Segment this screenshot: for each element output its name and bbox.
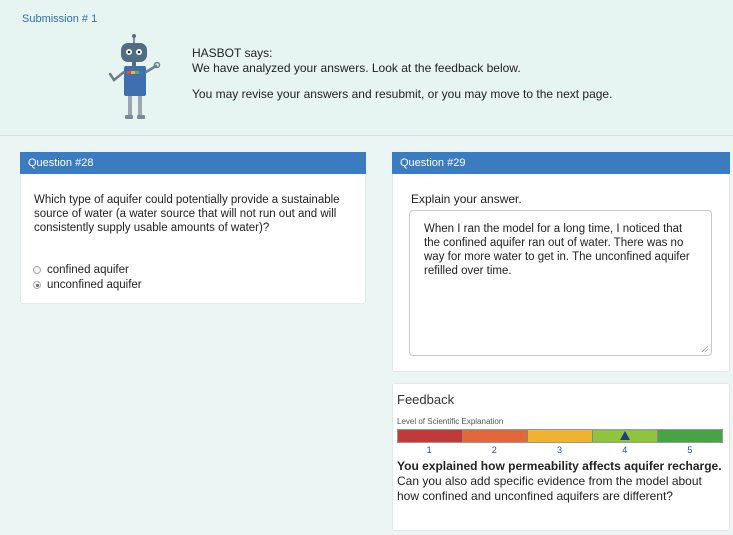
level-number-5: 5 — [687, 445, 693, 455]
level-segment-3 — [527, 430, 592, 442]
question-28-header: Question #28 — [20, 152, 366, 174]
level-segment-2 — [462, 430, 527, 442]
unconfined-aquifer-radio[interactable] — [33, 281, 41, 289]
bot-message-revise: You may revise your answers and resubmit… — [192, 87, 613, 101]
unconfined-aquifer-label: unconfined aquifer — [47, 279, 142, 291]
level-number-4: 4 — [622, 445, 628, 455]
level-number-2: 2 — [491, 445, 497, 455]
feedback-bold-text: You explained how permeability affects a… — [397, 459, 722, 473]
answer-text: When I ran the model for a long time, I … — [424, 223, 690, 277]
resize-grip-icon[interactable] — [701, 345, 708, 352]
question-29-header: Question #29 — [392, 152, 730, 174]
confined-aquifer-label: confined aquifer — [47, 264, 129, 276]
submission-label: Submission # 1 — [22, 13, 98, 25]
answer-textarea[interactable]: When I ran the model for a long time, I … — [409, 210, 712, 356]
confined-aquifer-radio[interactable] — [33, 266, 41, 274]
feedback-title: Feedback — [397, 392, 455, 407]
bot-message-analyzed: We have analyzed your answers. Look at t… — [192, 61, 521, 75]
hasbot-message: HASBOT says: We have analyzed your answe… — [192, 46, 612, 102]
level-number-3: 3 — [557, 445, 563, 455]
explain-answer-label: Explain your answer. — [411, 192, 522, 206]
feedback-text: You explained how permeability affects a… — [397, 459, 727, 504]
current-level-marker-icon — [620, 431, 631, 440]
scale-label: Level of Scientific Explanation — [397, 417, 504, 426]
hasbot-robot-icon — [108, 34, 161, 119]
option-unconfined-aquifer[interactable]: unconfined aquifer — [33, 279, 142, 291]
explanation-level-scale — [397, 429, 723, 443]
feedback-normal-text: Can you also add specific evidence from … — [397, 474, 702, 503]
level-number-1: 1 — [426, 445, 432, 455]
question-28-prompt: Which type of aquifer could potentially … — [34, 194, 340, 234]
option-confined-aquifer[interactable]: confined aquifer — [33, 264, 129, 276]
level-segment-1 — [398, 430, 462, 442]
bot-name: HASBOT says: — [192, 46, 273, 60]
level-segment-5 — [657, 430, 722, 442]
